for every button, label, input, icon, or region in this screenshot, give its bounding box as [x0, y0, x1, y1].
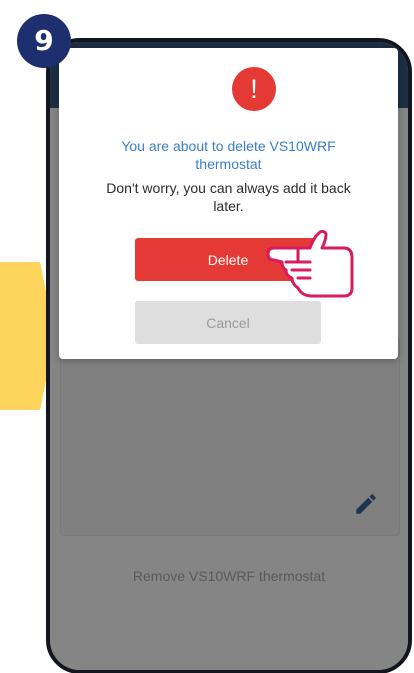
cancel-button[interactable]: Cancel: [135, 301, 321, 344]
delete-confirmation-dialog: ! You are about to delete VS10WRF thermo…: [59, 48, 398, 359]
dialog-message: Don't worry, you can always add it back …: [106, 180, 351, 214]
step-number-badge: 9: [17, 14, 71, 68]
exclamation-icon: !: [232, 67, 276, 111]
dialog-title: You are about to delete VS10WRF thermost…: [121, 138, 336, 172]
pointing-hand-icon: [266, 229, 354, 298]
thermostat-card: [60, 336, 400, 536]
remove-thermostat-link[interactable]: Remove VS10WRF thermostat: [50, 568, 408, 584]
pencil-icon[interactable]: [353, 491, 379, 517]
